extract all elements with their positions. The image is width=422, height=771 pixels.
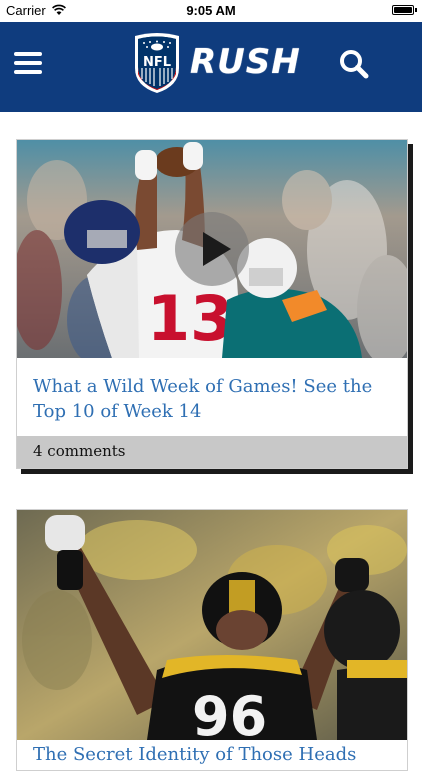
- article-card[interactable]: 96 The Secret Identity of Those Heads: [16, 509, 408, 771]
- article-feed[interactable]: 13 What a Wild Week of Games! See the To…: [0, 112, 422, 771]
- status-bar: Carrier 9:05 AM: [0, 0, 422, 22]
- article-card[interactable]: 13 What a Wild Week of Games! See the To…: [16, 139, 408, 469]
- football-celebration-photo: 96: [17, 510, 407, 740]
- logo-text: NFL: [143, 55, 171, 70]
- brand-title: RUSH: [190, 42, 301, 82]
- comments-bar[interactable]: 4 comments: [17, 436, 407, 468]
- play-video-button[interactable]: [175, 212, 249, 286]
- nfl-shield-logo: NFL: [135, 33, 179, 93]
- jersey-number: 13: [147, 282, 233, 355]
- menu-button[interactable]: [14, 52, 42, 78]
- battery-icon: [392, 5, 417, 15]
- app-header: NFL RUSH: [0, 22, 422, 112]
- article-title[interactable]: What a Wild Week of Games! See the Top 1…: [33, 374, 389, 424]
- article-photo[interactable]: 96: [17, 510, 407, 740]
- hamburger-icon-bar: [14, 70, 42, 74]
- comments-count[interactable]: 4 comments: [33, 442, 125, 460]
- status-time: 9:05 AM: [186, 3, 236, 18]
- jersey-number: 96: [192, 685, 267, 740]
- article-title[interactable]: The Secret Identity of Those Heads: [33, 742, 389, 767]
- play-icon: [203, 232, 231, 266]
- hamburger-icon-bar: [14, 52, 42, 56]
- hamburger-icon-bar: [14, 61, 42, 65]
- article-photo[interactable]: 13: [17, 140, 407, 358]
- search-icon[interactable]: [338, 48, 370, 80]
